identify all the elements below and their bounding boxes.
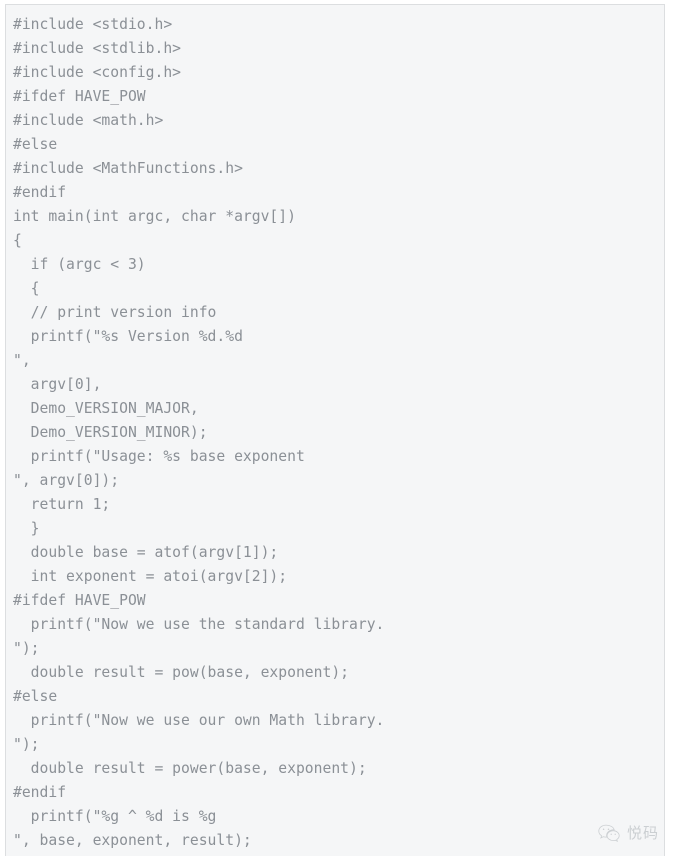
code-line: } (13, 520, 40, 537)
code-line: ", (13, 352, 31, 369)
code-line: { (13, 280, 40, 297)
code-line: #ifdef HAVE_POW (13, 88, 146, 105)
code-line: #else (13, 688, 58, 705)
code-line: printf("Now we use the standard library. (13, 616, 385, 633)
code-line: int exponent = atoi(argv[2]); (13, 568, 288, 585)
code-line: int main(int argc, char *argv[]) (13, 208, 296, 225)
code-line: double base = atof(argv[1]); (13, 544, 279, 561)
code-line: return 1; (13, 496, 111, 513)
code-line: #include <stdio.h> (13, 16, 173, 33)
code-line: #ifdef HAVE_POW (13, 592, 146, 609)
code-line: printf("Usage: %s base exponent (13, 448, 305, 465)
code-line: printf("%s Version %d.%d (13, 328, 243, 345)
code-line: double result = pow(base, exponent); (13, 664, 350, 681)
code-line-list: #include <stdio.h> #include <stdlib.h> #in… (6, 5, 384, 853)
page-root: #include <stdio.h> #include <stdlib.h> #in… (0, 0, 673, 856)
code-line: printf("Now we use our own Math library. (13, 712, 385, 729)
code-line: printf("%g ^ %d is %g (13, 808, 217, 825)
code-block-panel[interactable]: #include <stdio.h> #include <stdlib.h> #in… (5, 4, 665, 856)
code-line: if (argc < 3) (13, 256, 146, 273)
code-line: #include <math.h> (13, 112, 164, 129)
code-line: Demo_VERSION_MAJOR, (13, 400, 199, 417)
code-line: #endif (13, 184, 67, 201)
code-line: "); (13, 640, 40, 657)
code-line: #include <MathFunctions.h> (13, 160, 243, 177)
code-line: "); (13, 736, 40, 753)
code-line: double result = power(base, exponent); (13, 760, 367, 777)
code-line: argv[0], (13, 376, 102, 393)
code-line: Demo_VERSION_MINOR); (13, 424, 208, 441)
code-line: ", argv[0]); (13, 472, 120, 489)
code-line: #include <config.h> (13, 64, 182, 81)
code-line: #include <stdlib.h> (13, 40, 182, 57)
code-line: // print version info (13, 304, 217, 321)
code-line: { (13, 232, 22, 249)
code-line: #else (13, 136, 58, 153)
code-line: #endif (13, 784, 67, 801)
code-line: ", base, exponent, result); (13, 832, 252, 849)
